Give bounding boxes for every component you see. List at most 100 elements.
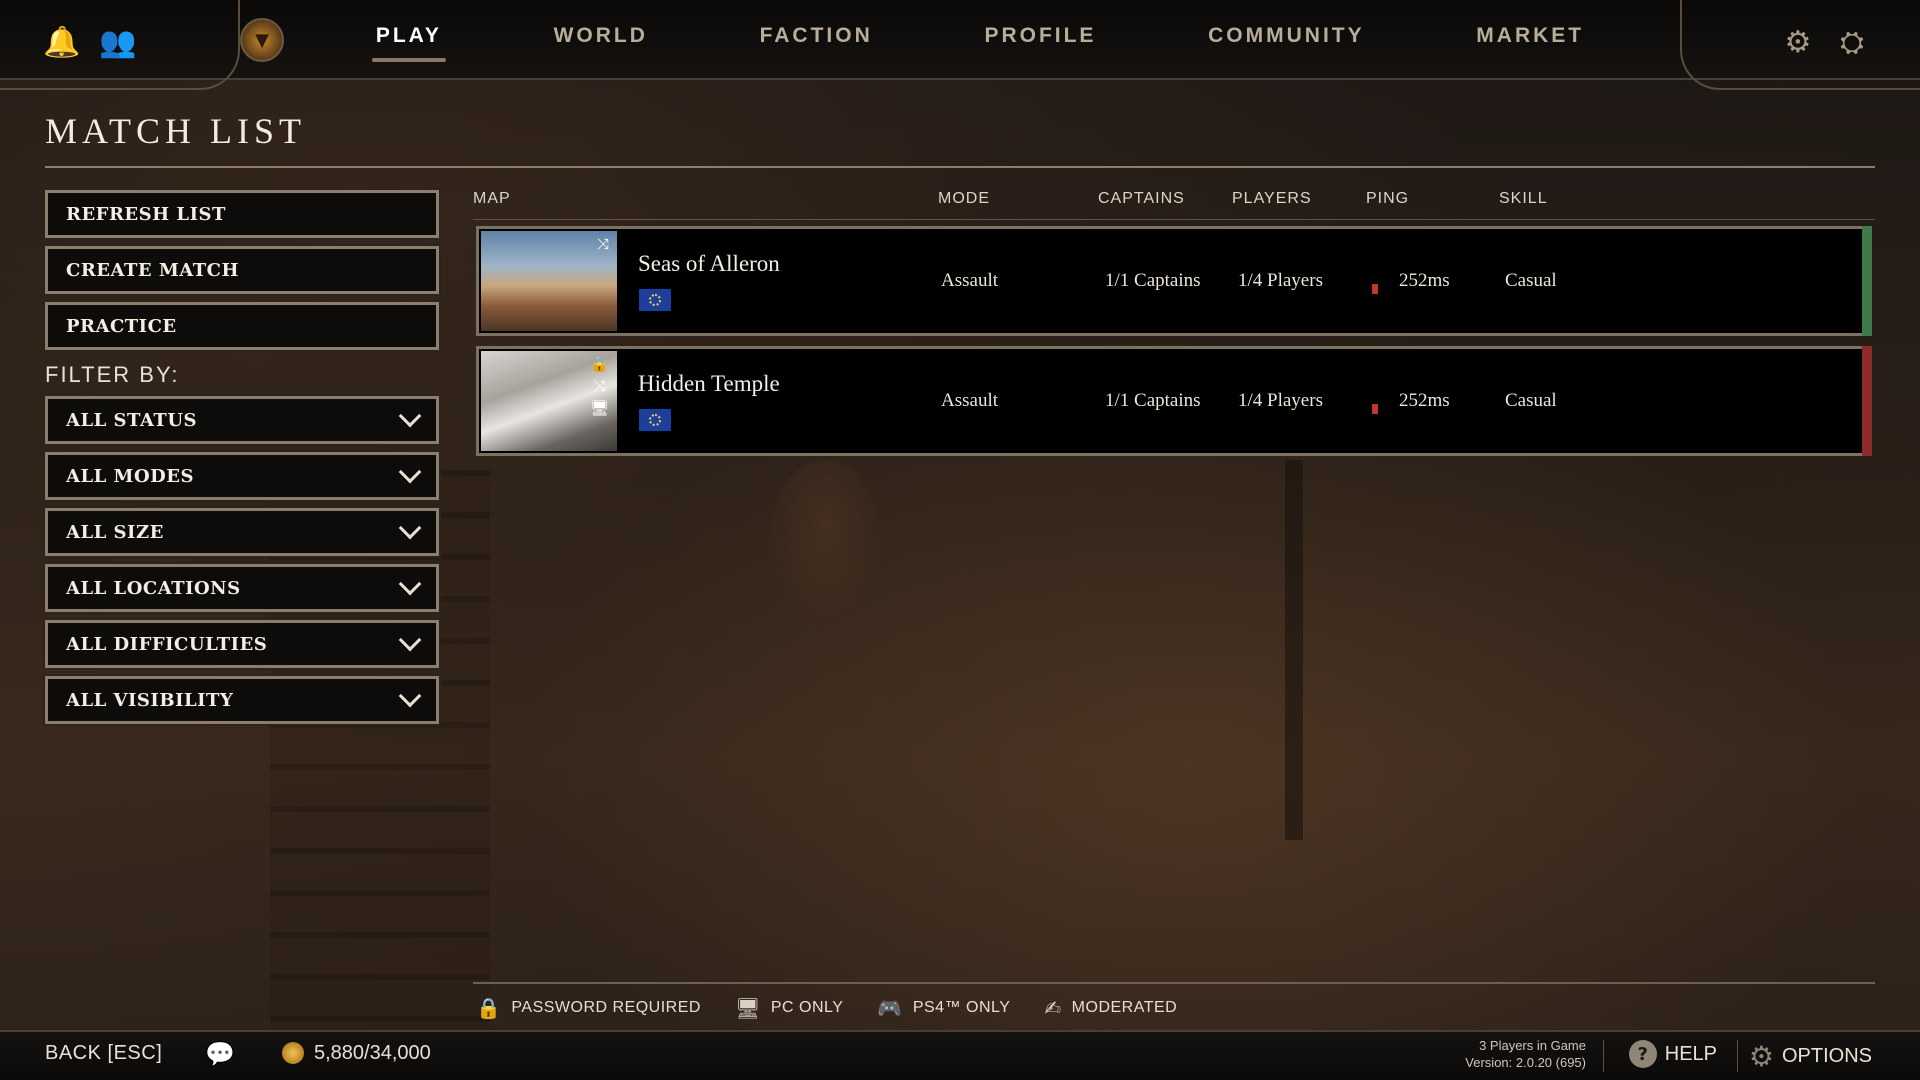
monitor-icon: 🖥 xyxy=(734,996,761,1020)
filter-visibility-value: ALL VISIBILITY xyxy=(66,689,234,711)
legend-password: 🔒 PASSWORD REQUIRED xyxy=(476,996,701,1020)
help-button[interactable]: ? HELP xyxy=(1628,1040,1717,1068)
map-name: Hidden Temple xyxy=(638,371,780,396)
filter-visibility-dropdown[interactable]: ALL VISIBILITY xyxy=(43,674,441,726)
header-players[interactable]: PLAYERS xyxy=(1232,190,1312,208)
options-label: OPTIONS xyxy=(1781,1045,1872,1067)
filter-size-dropdown[interactable]: ALL SIZE xyxy=(43,506,441,558)
help-icon: ? xyxy=(1628,1040,1657,1068)
legend-ps4-only-label: PS4™ ONLY xyxy=(912,999,1011,1016)
players-cell: 1/4 Players xyxy=(1238,270,1323,291)
filter-difficulties-dropdown[interactable]: ALL DIFFICULTIES xyxy=(43,618,441,670)
create-match-button[interactable]: CREATE MATCH xyxy=(43,244,441,296)
gear-icon: ⚙ xyxy=(1748,1040,1774,1073)
shuffle-icon: ⤨ xyxy=(593,377,606,395)
legend-pc-only: 🖥 PC ONLY xyxy=(735,996,843,1020)
title-divider xyxy=(45,166,1875,168)
chevron-down-icon xyxy=(398,404,422,428)
filter-locations-value: ALL LOCATIONS xyxy=(66,577,241,599)
filter-modes-dropdown[interactable]: ALL MODES xyxy=(43,450,441,502)
practice-button[interactable]: PRACTICE xyxy=(43,300,441,352)
header-ping[interactable]: PING xyxy=(1366,190,1409,208)
nav-profile[interactable]: PROFILE xyxy=(972,14,1108,58)
captains-cell: 1/1 Captains xyxy=(1105,270,1201,291)
map-thumbnail: ⤨ xyxy=(481,231,617,331)
chevron-down-icon xyxy=(398,516,422,540)
footer-divider xyxy=(1603,1040,1604,1072)
options-button[interactable]: ⚙ OPTIONS xyxy=(1749,1040,1872,1073)
filter-by-label: FILTER BY: xyxy=(45,362,180,387)
coin-icon xyxy=(282,1042,304,1064)
filter-modes-value: ALL MODES xyxy=(66,465,194,487)
match-table-header: MAP MODE CAPTAINS PLAYERS PING SKILL xyxy=(473,190,1875,220)
legend-moderated: ✍ MODERATED xyxy=(1044,996,1177,1020)
crew-settings-icon[interactable]: ⚙ xyxy=(1778,22,1818,62)
legend-ps4-only: 🎮 PS4™ ONLY xyxy=(877,996,1010,1020)
open-status-stripe xyxy=(1862,226,1872,336)
nav-world[interactable]: WORLD xyxy=(542,14,660,58)
main-nav: PLAY WORLD FACTION PROFILE COMMUNITY MAR… xyxy=(320,0,1640,72)
legend-password-label: PASSWORD REQUIRED xyxy=(511,999,701,1016)
version-label: Version: 2.0.20 (695) xyxy=(1465,1055,1586,1070)
captains-cell: 1/1 Captains xyxy=(1105,390,1201,411)
refresh-list-button[interactable]: REFRESH LIST xyxy=(43,188,441,240)
chevron-down-icon xyxy=(398,628,422,652)
nav-faction[interactable]: FACTION xyxy=(748,14,885,58)
map-name: Seas of Alleron xyxy=(638,251,780,276)
nav-market[interactable]: MARKET xyxy=(1464,14,1596,58)
icon-legend: 🔒 PASSWORD REQUIRED 🖥 PC ONLY 🎮 PS4™ ONL… xyxy=(476,993,1177,1023)
top-navigation-bar: 🔔 👥 ▼ PLAY WORLD FACTION PROFILE COMMUNI… xyxy=(0,0,1920,90)
ping-cell: 252ms xyxy=(1399,390,1450,411)
nav-community[interactable]: COMMUNITY xyxy=(1196,14,1377,58)
filter-size-value: ALL SIZE xyxy=(66,521,164,543)
chevron-down-icon xyxy=(398,684,422,708)
players-in-game: 3 Players in Game xyxy=(1479,1038,1586,1053)
left-panel: REFRESH LIST CREATE MATCH PRACTICE FILTE… xyxy=(43,188,441,732)
skill-cell: Casual xyxy=(1505,390,1557,411)
gamepad-icon: 🎮 xyxy=(877,996,903,1020)
page-title: MATCH LIST xyxy=(45,111,307,151)
help-label: HELP xyxy=(1664,1042,1717,1065)
lock-icon: 🔒 xyxy=(476,996,502,1020)
ship-settings-icon[interactable]: ⛭ xyxy=(1832,22,1872,62)
mode-cell: Assault xyxy=(941,390,998,411)
row-flags: 🔒 ⤨ 🖥 xyxy=(590,355,609,417)
mode-cell: Assault xyxy=(941,270,998,291)
match-row[interactable]: ⤨ Seas of Alleron Assault 1/1 Captains 1… xyxy=(476,226,1872,336)
filter-status-dropdown[interactable]: ALL STATUS xyxy=(43,394,441,446)
footer-divider xyxy=(1737,1040,1738,1072)
locked-status-stripe xyxy=(1862,346,1872,456)
bell-icon[interactable]: 🔔 xyxy=(42,22,82,62)
back-button[interactable]: BACK [ESC] xyxy=(45,1042,162,1065)
chat-icon[interactable]: 💬 xyxy=(205,1040,239,1068)
shuffle-icon: ⤨ xyxy=(596,235,609,253)
players-cell: 1/4 Players xyxy=(1238,390,1323,411)
match-row[interactable]: 🔒 ⤨ 🖥 Hidden Temple Assault 1/1 Captains… xyxy=(476,346,1872,456)
background-pole xyxy=(1285,460,1303,840)
currency-amount: 5,880/34,000 xyxy=(314,1042,431,1064)
filter-locations-dropdown[interactable]: ALL LOCATIONS xyxy=(43,562,441,614)
ping-bar-icon xyxy=(1372,404,1378,414)
row-flags: ⤨ xyxy=(597,235,609,253)
skill-cell: Casual xyxy=(1505,270,1557,291)
chevron-down-icon xyxy=(398,572,422,596)
faction-emblem-icon[interactable]: ▼ xyxy=(240,18,284,62)
chevron-down-icon xyxy=(398,460,422,484)
pc-only-icon: 🖥 xyxy=(589,399,609,417)
header-skill[interactable]: SKILL xyxy=(1499,190,1548,208)
lock-icon: 🔒 xyxy=(590,355,609,373)
friends-icon[interactable]: 👥 xyxy=(98,22,138,62)
moderated-icon: ✍ xyxy=(1044,996,1062,1020)
ping-cell: 252ms xyxy=(1399,270,1450,291)
eu-flag-icon xyxy=(639,409,671,431)
header-mode[interactable]: MODE xyxy=(938,190,990,208)
header-map[interactable]: MAP xyxy=(473,190,511,208)
filter-difficulties-value: ALL DIFFICULTIES xyxy=(66,633,268,655)
nav-play[interactable]: PLAY xyxy=(364,14,454,62)
eu-flag-icon xyxy=(639,289,671,311)
legend-divider xyxy=(473,982,1875,984)
background-airship xyxy=(770,460,880,620)
header-captains[interactable]: CAPTAINS xyxy=(1098,190,1185,208)
legend-moderated-label: MODERATED xyxy=(1071,999,1178,1016)
legend-pc-only-label: PC ONLY xyxy=(770,999,844,1016)
